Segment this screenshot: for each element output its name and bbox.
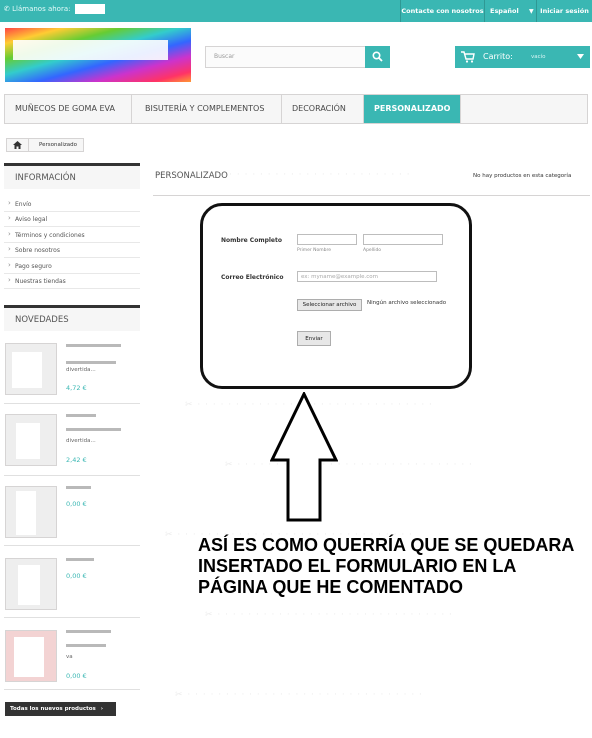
new-products-title: NOVEDADES bbox=[4, 305, 140, 331]
product-price: 0,00 € bbox=[66, 500, 87, 508]
phone-label: Llámanos ahora: bbox=[12, 5, 71, 13]
language-label: Español bbox=[490, 7, 519, 15]
search-icon bbox=[372, 51, 383, 62]
product-description: va bbox=[66, 654, 73, 660]
phone-icon: ✆ bbox=[4, 5, 10, 13]
info-link-pago-seguro[interactable]: Pago seguro bbox=[4, 259, 140, 274]
chevron-right-icon: › bbox=[100, 706, 104, 712]
contact-link[interactable]: Contacte con nosotros bbox=[400, 0, 484, 22]
chevron-down-icon bbox=[577, 54, 584, 59]
info-link-terminos[interactable]: Términos y condiciones bbox=[4, 228, 140, 243]
redacted-logo-text bbox=[13, 40, 168, 60]
breadcrumb-current: Personalizado bbox=[39, 142, 78, 148]
page-title: PERSONALIZADO bbox=[155, 171, 228, 181]
redacted-phone bbox=[74, 4, 105, 14]
product-image[interactable] bbox=[5, 343, 57, 395]
home-icon bbox=[13, 141, 22, 149]
product-price: 4,72 € bbox=[66, 384, 87, 392]
list-item[interactable]: 0,00 € bbox=[4, 476, 140, 546]
no-products-notice: No hay productos en esta categoría bbox=[473, 173, 572, 179]
info-link-sobre-nosotros[interactable]: Sobre nosotros bbox=[4, 243, 140, 258]
login-link[interactable]: Iniciar sesión bbox=[536, 0, 592, 22]
home-link[interactable] bbox=[7, 139, 29, 151]
list-item[interactable]: 0,00 € bbox=[4, 546, 140, 618]
cart-icon bbox=[461, 51, 475, 63]
menu-item-bisuteria[interactable]: BISUTERÍA Y COMPLEMENTOS bbox=[132, 95, 282, 123]
email-label: Correo Electrónico bbox=[221, 274, 284, 281]
all-new-products-button[interactable]: Todas los nuevos productos › bbox=[5, 702, 116, 716]
info-link-tiendas[interactable]: Nuestras tiendas bbox=[4, 274, 140, 289]
cart-label: Carrito: bbox=[483, 52, 513, 61]
first-name-hint: Primer Nombre bbox=[297, 248, 332, 253]
menu-item-munecos[interactable]: MUÑECOS DE GOMA EVA bbox=[5, 95, 132, 123]
product-description: divertida... bbox=[66, 367, 96, 373]
language-selector[interactable]: Español ▼ bbox=[484, 0, 536, 22]
product-price: 0,00 € bbox=[66, 572, 87, 580]
choose-file-button[interactable]: Seleccionar archivo bbox=[297, 299, 362, 311]
full-name-label: Nombre Completo bbox=[221, 237, 282, 244]
form-highlight-box: Nombre Completo Primer Nombre Apellido C… bbox=[200, 203, 472, 389]
last-name-input[interactable] bbox=[363, 234, 443, 245]
list-item[interactable]: divertida... 2,42 € bbox=[4, 404, 140, 476]
product-price: 2,42 € bbox=[66, 456, 87, 464]
product-image[interactable] bbox=[5, 414, 57, 466]
info-block-title: INFORMACIÓN bbox=[4, 163, 140, 189]
chevron-down-icon: ▼ bbox=[528, 8, 534, 15]
top-bar: ✆ Llámanos ahora: Contacte con nosotros … bbox=[0, 0, 592, 22]
first-name-input[interactable] bbox=[297, 234, 357, 245]
product-price: 0,00 € bbox=[66, 672, 87, 680]
menu-item-personalizado[interactable]: PERSONALIZADO bbox=[364, 95, 461, 123]
list-item[interactable]: divertida... 4,72 € bbox=[4, 340, 140, 404]
file-status: Ningún archivo seleccionado bbox=[367, 300, 447, 306]
product-image[interactable] bbox=[5, 558, 57, 610]
phone-info: ✆ Llámanos ahora: bbox=[4, 4, 105, 14]
product-image[interactable] bbox=[5, 630, 57, 682]
submit-button[interactable]: Enviar bbox=[297, 331, 331, 346]
cart-status: vacío bbox=[531, 54, 546, 60]
last-name-hint: Apellido bbox=[363, 248, 382, 253]
breadcrumb: Personalizado bbox=[6, 138, 85, 152]
menu-item-decoracion[interactable]: DECORACIÓN bbox=[282, 95, 364, 123]
search-button[interactable] bbox=[365, 46, 390, 68]
product-description: divertida... bbox=[66, 438, 96, 444]
annotation-caption: ASÍ ES COMO QUERRÍA QUE SE QUEDARA INSER… bbox=[198, 535, 574, 597]
search-input[interactable]: Buscar bbox=[205, 46, 390, 68]
divider bbox=[153, 195, 590, 196]
all-new-products-label: Todas los nuevos productos bbox=[10, 706, 96, 712]
cart-button[interactable]: Carrito: vacío bbox=[455, 46, 590, 68]
list-item[interactable]: va 0,00 € bbox=[4, 618, 140, 690]
main-menu: MUÑECOS DE GOMA EVA BISUTERÍA Y COMPLEME… bbox=[4, 94, 588, 124]
email-field[interactable]: ex: myname@example.com bbox=[297, 271, 437, 282]
info-link-aviso-legal[interactable]: Aviso legal bbox=[4, 212, 140, 227]
shop-logo[interactable] bbox=[5, 28, 191, 82]
info-link-envio[interactable]: Envío bbox=[4, 197, 140, 212]
up-arrow-annotation bbox=[270, 392, 338, 522]
product-image[interactable] bbox=[5, 486, 57, 538]
